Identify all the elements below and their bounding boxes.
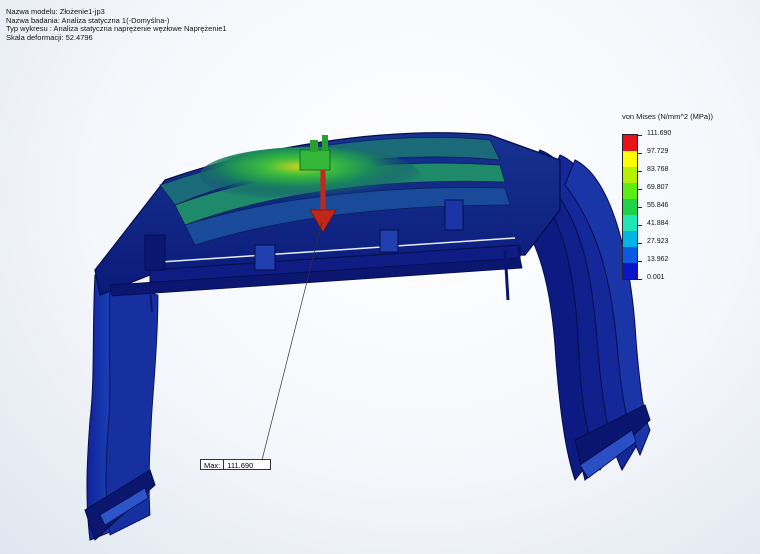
max-value: 111.690	[223, 460, 270, 470]
legend-tick	[637, 225, 642, 226]
legend-value: 27.923	[647, 238, 669, 245]
legend-tick	[637, 279, 642, 280]
legend-value: 13.962	[647, 256, 669, 263]
legend-value: 41.884	[647, 220, 669, 227]
legend-tick	[637, 243, 642, 244]
legend-swatch	[623, 151, 637, 167]
legend-value: 111.690	[647, 130, 672, 137]
model-viewport[interactable]	[0, 0, 760, 554]
legend-colorbar	[622, 134, 638, 280]
legend-swatch	[623, 183, 637, 199]
legend-value: 0.001	[647, 274, 665, 281]
max-annotation[interactable]: Max: 111.690	[200, 459, 272, 470]
legend-value: 97.729	[647, 148, 669, 155]
legend-swatch	[623, 231, 637, 247]
legend-swatch	[623, 135, 637, 151]
left-leg-ribs	[84, 274, 159, 541]
legend-tick	[637, 261, 642, 262]
legend-tick	[637, 207, 642, 208]
legend-title: von Mises (N/mm^2 (MPa))	[622, 112, 714, 121]
legend-swatch	[623, 263, 637, 279]
legend-swatch	[623, 199, 637, 215]
legend-swatch	[623, 215, 637, 231]
max-label: Max:	[204, 461, 221, 470]
legend-swatch	[623, 167, 637, 183]
legend-value: 69.807	[647, 184, 669, 191]
legend-tick	[637, 135, 642, 136]
legend-tick	[637, 153, 642, 154]
legend-value: 55.846	[647, 202, 669, 209]
legend-swatch	[623, 247, 637, 263]
legend-tick	[637, 171, 642, 172]
legend-value: 83.768	[647, 166, 669, 173]
legend-tick	[637, 189, 642, 190]
